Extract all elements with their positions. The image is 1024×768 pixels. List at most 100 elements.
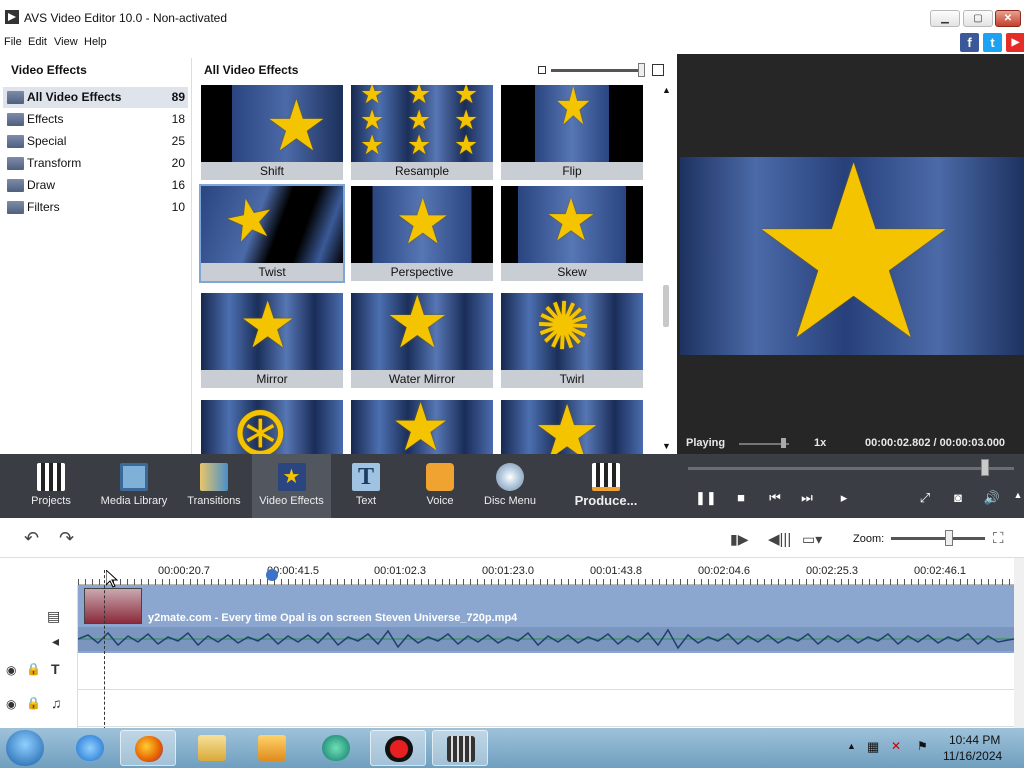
- network-icon[interactable]: ▦: [867, 739, 879, 755]
- text-track[interactable]: [78, 653, 1014, 690]
- effect-tile-flip[interactable]: ★ Flip: [501, 85, 643, 180]
- transitions-button[interactable]: Transitions: [184, 454, 244, 518]
- star-icon: ★: [407, 130, 432, 160]
- undo-icon[interactable]: ↶: [24, 528, 39, 549]
- facebook-icon[interactable]: f: [960, 33, 979, 52]
- audio-track-icon[interactable]: ◂: [52, 633, 59, 650]
- preview-video[interactable]: ★: [680, 157, 1024, 355]
- speed-slider-handle[interactable]: [781, 438, 786, 448]
- menu-file[interactable]: File: [4, 36, 22, 48]
- eye-icon[interactable]: ◉: [6, 663, 16, 677]
- scroll-down-icon[interactable]: ▼: [662, 441, 671, 451]
- pause-icon[interactable]: ❚❚: [695, 490, 717, 506]
- effect-tile-shift[interactable]: ★ Shift: [201, 85, 343, 180]
- text-button[interactable]: T Text: [340, 454, 392, 518]
- media-library-button[interactable]: Media Library: [98, 454, 170, 518]
- menu-help[interactable]: Help: [84, 36, 107, 48]
- eye-icon[interactable]: ◉: [6, 697, 16, 711]
- effect-tile[interactable]: ★: [351, 400, 493, 454]
- thumbnail-size-slider[interactable]: [551, 69, 641, 72]
- effect-tile-resample[interactable]: ★ ★ ★ ★ ★ ★ ★ ★ ★ Resample: [351, 85, 493, 180]
- action-center-icon[interactable]: ⚑: [917, 739, 928, 753]
- music-track[interactable]: [78, 690, 1014, 727]
- effect-tile-mirror[interactable]: ★ Mirror: [201, 293, 343, 388]
- category-label: Effects: [27, 112, 64, 126]
- menu-edit[interactable]: Edit: [28, 36, 47, 48]
- video-track-icon: ▤: [47, 608, 61, 624]
- twitter-icon[interactable]: t: [983, 33, 1002, 52]
- film-icon: [447, 736, 475, 762]
- avs-video-editor-task[interactable]: [432, 730, 488, 766]
- split-clip-icon[interactable]: ▮▶: [730, 531, 748, 548]
- thumbnail-size-handle[interactable]: [638, 63, 645, 77]
- maximize-button[interactable]: ▢: [963, 10, 993, 27]
- clock-date[interactable]: 11/16/2024: [943, 749, 1002, 763]
- start-button[interactable]: [6, 730, 44, 766]
- category-effects[interactable]: Effects 18: [3, 109, 188, 130]
- file-explorer-icon[interactable]: [184, 730, 240, 766]
- youtube-icon[interactable]: ▶: [1006, 33, 1024, 52]
- close-button[interactable]: ✕: [995, 10, 1021, 27]
- more-options-icon[interactable]: ▲: [1008, 490, 1024, 500]
- fullscreen-icon[interactable]: ⤢: [915, 490, 935, 506]
- category-all-video-effects[interactable]: All Video Effects 89: [3, 87, 188, 108]
- gallery-scrollbar[interactable]: ▲ ▼: [660, 85, 674, 454]
- zoom-slider[interactable]: [891, 537, 985, 540]
- stop-icon[interactable]: ■: [731, 490, 751, 505]
- category-draw[interactable]: Draw 16: [3, 175, 188, 196]
- effect-tile[interactable]: ★: [501, 400, 643, 454]
- display-mode-icon[interactable]: ▭▾: [802, 531, 822, 548]
- projects-button[interactable]: Projects: [20, 454, 82, 518]
- clock-time[interactable]: 10:44 PM: [949, 733, 1000, 747]
- scrollbar-thumb[interactable]: [663, 285, 669, 327]
- category-special[interactable]: Special 25: [3, 131, 188, 152]
- timeline-scrollbar[interactable]: [1014, 558, 1024, 728]
- show-hidden-icons-icon[interactable]: ▲: [847, 741, 856, 751]
- fit-timeline-icon[interactable]: ⛶: [993, 530, 1004, 547]
- effect-tile[interactable]: ⊛: [201, 400, 343, 454]
- zoom-handle[interactable]: [945, 530, 953, 546]
- internet-explorer-icon[interactable]: [62, 730, 118, 766]
- disc-menu-button[interactable]: Disc Menu: [482, 454, 538, 518]
- lock-icon[interactable]: 🔒: [26, 696, 41, 710]
- redo-icon[interactable]: ↷: [59, 528, 74, 549]
- category-filters[interactable]: Filters 10: [3, 197, 188, 218]
- minimize-button[interactable]: ▁: [930, 10, 960, 27]
- volume-icon[interactable]: 🔊: [982, 490, 1002, 506]
- menu-view[interactable]: View: [54, 36, 78, 48]
- effect-tile-twist[interactable]: ★ Twist: [199, 184, 345, 283]
- screen-recorder-icon[interactable]: [370, 730, 426, 766]
- split-play-icon[interactable]: ▸: [834, 490, 854, 506]
- audio-waveform: [78, 627, 1014, 651]
- volume-muted-icon[interactable]: ✕: [891, 739, 901, 753]
- effect-tile-perspective[interactable]: ★ Perspective: [351, 186, 493, 281]
- app-icon[interactable]: [308, 730, 364, 766]
- lock-icon[interactable]: 🔒: [26, 662, 41, 676]
- scroll-up-icon[interactable]: ▲: [662, 85, 671, 95]
- next-frame-icon[interactable]: ⏭: [797, 490, 817, 506]
- voice-button[interactable]: Voice: [414, 454, 466, 518]
- category-transform[interactable]: Transform 20: [3, 153, 188, 174]
- track-headers: ▤ ◂ ◉ 🔒 T ◉ 🔒 ♫: [0, 585, 78, 728]
- thumbnail-large-icon[interactable]: [652, 64, 664, 76]
- snapshot-icon[interactable]: ◙: [948, 490, 968, 505]
- previous-frame-icon[interactable]: ⏮: [765, 490, 785, 506]
- effect-tile-skew[interactable]: ★ Skew: [501, 186, 643, 281]
- produce-button[interactable]: Produce...: [568, 454, 644, 518]
- firefox-icon[interactable]: [120, 730, 176, 766]
- ruler-tick: 00:01:43.8: [590, 565, 642, 577]
- folder-icon: [7, 179, 24, 192]
- seek-handle[interactable]: [981, 459, 989, 476]
- time-readout: 00:00:02.802 / 00:00:03.000: [865, 437, 1006, 449]
- audio-mixer-icon[interactable]: ◀|||: [768, 530, 791, 548]
- thumbnail-small-icon[interactable]: [538, 66, 546, 74]
- seek-bar[interactable]: [688, 467, 1014, 470]
- effect-tile-twirl[interactable]: ✺ Twirl: [501, 293, 643, 388]
- video-effects-button[interactable]: ★ Video Effects: [252, 454, 331, 518]
- folder-icon: [7, 91, 24, 104]
- effect-thumbnail: ⊛: [201, 400, 343, 454]
- timeline-ruler[interactable]: 00:00:20.7 00:00:41.5 00:01:02.3 00:01:2…: [78, 558, 1014, 585]
- media-player-icon[interactable]: [244, 730, 300, 766]
- video-track[interactable]: y2mate.com - Every time Opal is on scree…: [78, 585, 1014, 653]
- effect-tile-water-mirror[interactable]: ★ Water Mirror: [351, 293, 493, 388]
